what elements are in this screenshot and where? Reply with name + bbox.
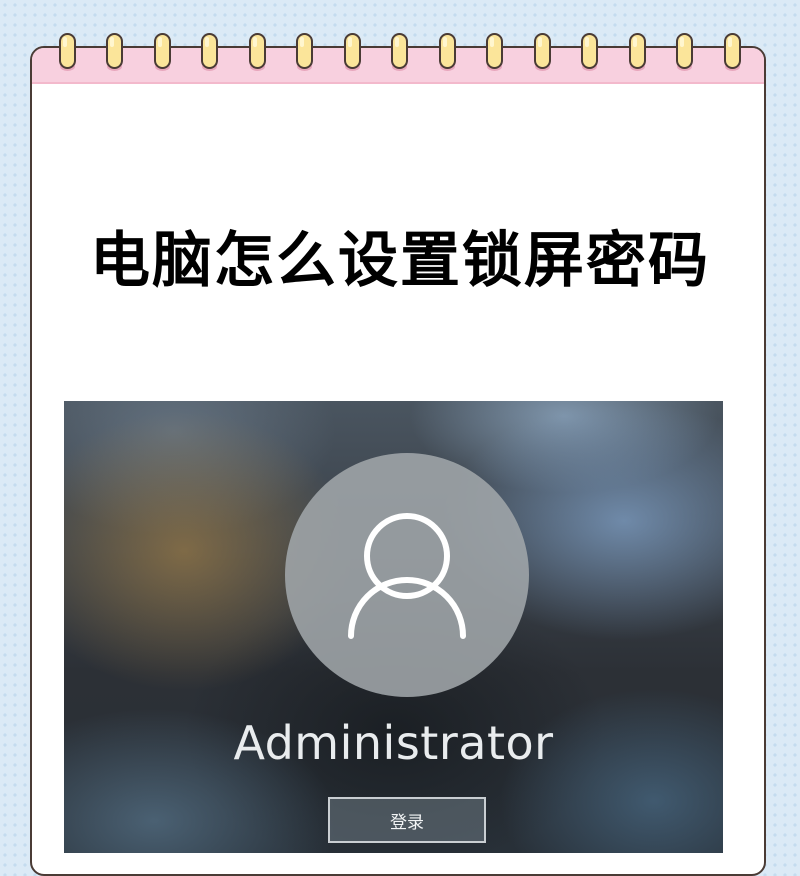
binder-ring xyxy=(154,33,171,69)
binder-ring xyxy=(59,33,76,69)
binder-ring xyxy=(249,33,266,69)
binder-ring xyxy=(296,33,313,69)
binder-ring xyxy=(676,33,693,69)
binder-ring xyxy=(439,33,456,69)
binder-ring xyxy=(486,33,503,69)
binder-ring xyxy=(629,33,646,69)
article-title: 电脑怎么设置锁屏密码 xyxy=(90,226,710,296)
binder-ring xyxy=(534,33,551,69)
user-icon xyxy=(348,513,466,639)
user-avatar xyxy=(285,453,529,697)
binder-ring xyxy=(724,33,741,69)
binder-ring xyxy=(581,33,598,69)
binder-ring xyxy=(106,33,123,69)
username-label: Administrator xyxy=(233,716,554,770)
login-button[interactable]: 登录 xyxy=(328,797,486,843)
binder-ring xyxy=(391,33,408,69)
binder-ring xyxy=(201,33,218,69)
lock-screen-screenshot: Administrator 登录 xyxy=(64,401,723,853)
binder-ring xyxy=(344,33,361,69)
